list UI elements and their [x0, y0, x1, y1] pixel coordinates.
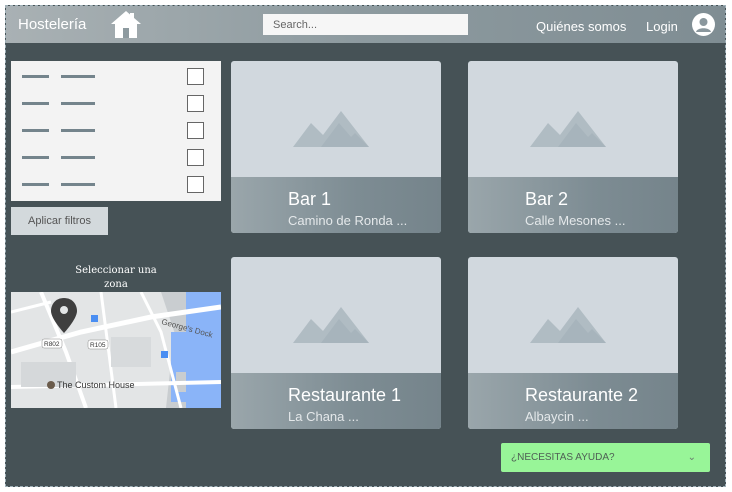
map-label: R802	[44, 341, 60, 348]
map-label: The Custom House	[57, 380, 135, 390]
card-title: Restaurante 2	[525, 385, 639, 405]
help-label: ¿NECESITAS AYUDA?	[511, 452, 615, 463]
card-caption: Restaurante 1 La Chana ...	[231, 373, 441, 429]
filter-label-placeholder	[22, 75, 49, 78]
filter-row	[11, 144, 221, 171]
card-subtitle: Calle Mesones ...	[525, 213, 626, 228]
card-title: Bar 1	[288, 189, 332, 209]
card-subtitle: La Chana ...	[288, 409, 359, 424]
nav-about-link[interactable]: Quiénes somos	[536, 19, 626, 34]
card-caption: Bar 1 Camino de Ronda ...	[231, 177, 441, 233]
search-input[interactable]	[263, 14, 468, 35]
venue-card[interactable]: Restaurante 2 Albaycin ...	[468, 257, 678, 429]
card-caption: Restaurante 2 Albaycin ...	[468, 373, 678, 429]
filter-row	[11, 171, 221, 198]
chevron-down-icon: ⌄	[687, 452, 696, 463]
filter-panel	[11, 61, 221, 201]
map-label: R105	[90, 342, 106, 349]
map-canvas[interactable]: George's Dock R802 R105 The Custom House	[11, 292, 221, 408]
app-frame: Hostelería Quiénes somos Login	[5, 5, 726, 487]
zone-label: Seleccionar una zona	[75, 265, 157, 290]
avatar[interactable]	[692, 13, 715, 36]
image-placeholder-icon	[293, 307, 369, 343]
venue-card[interactable]: Restaurante 1 La Chana ...	[231, 257, 441, 429]
zone-map[interactable]: George's Dock R802 R105 The Custom House	[11, 292, 221, 408]
filter-label-placeholder	[22, 183, 49, 186]
filter-value-placeholder	[61, 183, 95, 186]
filter-row	[11, 63, 221, 90]
image-placeholder-icon	[293, 111, 369, 147]
image-placeholder-icon	[530, 111, 606, 147]
filter-value-placeholder	[61, 102, 95, 105]
filter-checkbox[interactable]	[187, 68, 204, 85]
filter-label-placeholder	[22, 102, 49, 105]
top-bar: Hostelería Quiénes somos Login	[6, 6, 725, 43]
filter-value-placeholder	[61, 129, 95, 132]
user-icon	[696, 18, 711, 32]
filter-checkbox[interactable]	[187, 122, 204, 139]
card-title: Restaurante 1	[288, 385, 402, 405]
card-caption: Bar 2 Calle Mesones ...	[468, 177, 678, 233]
help-button[interactable]: ¿NECESITAS AYUDA? ⌄	[501, 443, 710, 472]
filter-label-placeholder	[22, 156, 49, 159]
filter-checkbox[interactable]	[187, 149, 204, 166]
apply-filters-button[interactable]: Aplicar filtros	[11, 207, 108, 235]
home-icon[interactable]	[110, 9, 142, 39]
nav-login-link[interactable]: Login	[646, 19, 678, 34]
filter-row	[11, 117, 221, 144]
card-title: Bar 2	[525, 189, 569, 209]
venue-card[interactable]: Bar 1 Camino de Ronda ...	[231, 61, 441, 233]
card-subtitle: Camino de Ronda ...	[288, 213, 408, 228]
image-placeholder-icon	[530, 307, 606, 343]
brand-title[interactable]: Hostelería	[18, 16, 86, 33]
venue-card[interactable]: Bar 2 Calle Mesones ...	[468, 61, 678, 233]
filter-row	[11, 90, 221, 117]
filter-value-placeholder	[61, 75, 95, 78]
filter-checkbox[interactable]	[187, 176, 204, 193]
filter-value-placeholder	[61, 156, 95, 159]
filter-label-placeholder	[22, 129, 49, 132]
card-subtitle: Albaycin ...	[525, 409, 589, 424]
filter-checkbox[interactable]	[187, 95, 204, 112]
